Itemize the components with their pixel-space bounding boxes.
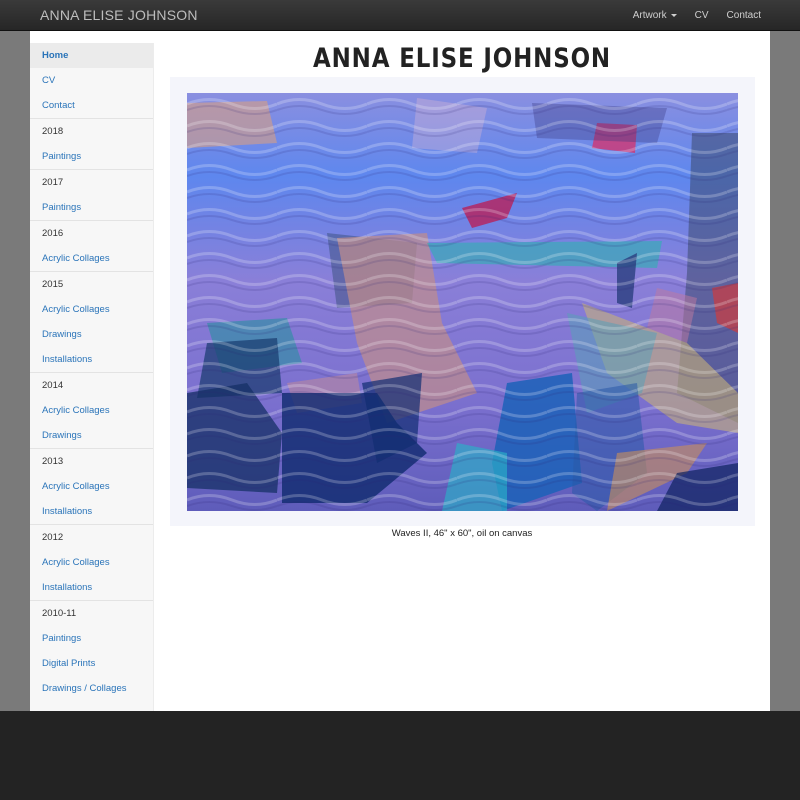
sidebar-item-paintings[interactable]: Paintings: [30, 626, 153, 651]
sidebar-year-heading: 2018: [42, 126, 64, 137]
sidebar-item-installations[interactable]: Installations: [30, 347, 153, 372]
main-content: ANNA ELISE JOHNSON Waves II, 46" x 60", …: [154, 31, 770, 711]
sidebar-item-home[interactable]: Home: [30, 43, 153, 68]
sidebar-year-heading: 2017: [42, 177, 64, 188]
sidebar-item-acrylic-collages[interactable]: Acrylic Collages: [30, 550, 153, 575]
sidebar-item-paintings[interactable]: Paintings: [30, 195, 153, 220]
sidebar-item-installations[interactable]: Installations: [30, 499, 153, 524]
sidebar-item-contact[interactable]: Contact: [30, 93, 153, 118]
page-container: Home CV Contact 2018 Paintings 2017 Paintin…: [30, 31, 770, 711]
sidebar-item-acrylic-collages[interactable]: Acrylic Collages: [30, 474, 153, 499]
page-title: ANNA ELISE JOHNSON: [313, 43, 611, 74]
sidebar-item-digital-prints[interactable]: Digital Prints: [30, 651, 153, 676]
artwork-image[interactable]: [187, 93, 738, 511]
sidebar-year-heading: 2016: [42, 228, 64, 239]
artwork-frame: [170, 77, 755, 526]
nav-cv-link[interactable]: CV: [686, 0, 718, 31]
sidebar-item-acrylic-collages[interactable]: Acrylic Collages: [30, 398, 153, 423]
artwork-caption: Waves II, 46" x 60", oil on canvas: [391, 528, 533, 539]
brand-link[interactable]: ANNA ELISE JOHNSON: [40, 7, 198, 23]
sidebar-item-installations[interactable]: Installations: [30, 575, 153, 600]
sidebar-item-acrylic-collages[interactable]: Acrylic Collages: [30, 246, 153, 271]
top-navbar: ANNA ELISE JOHNSON Artwork CV Contact: [0, 0, 800, 31]
sidebar-item-paintings[interactable]: Paintings: [30, 144, 153, 169]
footer-bar: [0, 711, 800, 800]
nav-artwork-dropdown[interactable]: Artwork: [624, 0, 686, 31]
caret-down-icon: [670, 13, 677, 17]
sidebar-item-cv[interactable]: CV: [30, 68, 153, 93]
sidebar-year-heading: 2015: [42, 279, 64, 290]
sidebar-item-acrylic-collages[interactable]: Acrylic Collages: [30, 297, 153, 322]
sidebar-item-drawings[interactable]: Drawings: [30, 322, 153, 347]
sidebar-item-drawings-collages[interactable]: Drawings / Collages: [30, 676, 153, 701]
nav-links: Artwork CV Contact: [624, 0, 800, 31]
nav-contact-link[interactable]: Contact: [718, 0, 800, 31]
sidebar-year-groups: 2018 Paintings 2017 Paintings 2016 Acrylic Co…: [30, 118, 153, 701]
sidebar-year-heading: 2010-11: [42, 608, 77, 619]
nav-artwork-label: Artwork: [632, 10, 667, 21]
sidebar-year-heading: 2012: [42, 532, 64, 543]
sidebar-year-heading: 2014: [42, 380, 64, 391]
sidebar: Home CV Contact 2018 Paintings 2017 Paintin…: [30, 43, 154, 711]
sidebar-year-heading: 2013: [42, 456, 64, 467]
sidebar-item-drawings[interactable]: Drawings: [30, 423, 153, 448]
